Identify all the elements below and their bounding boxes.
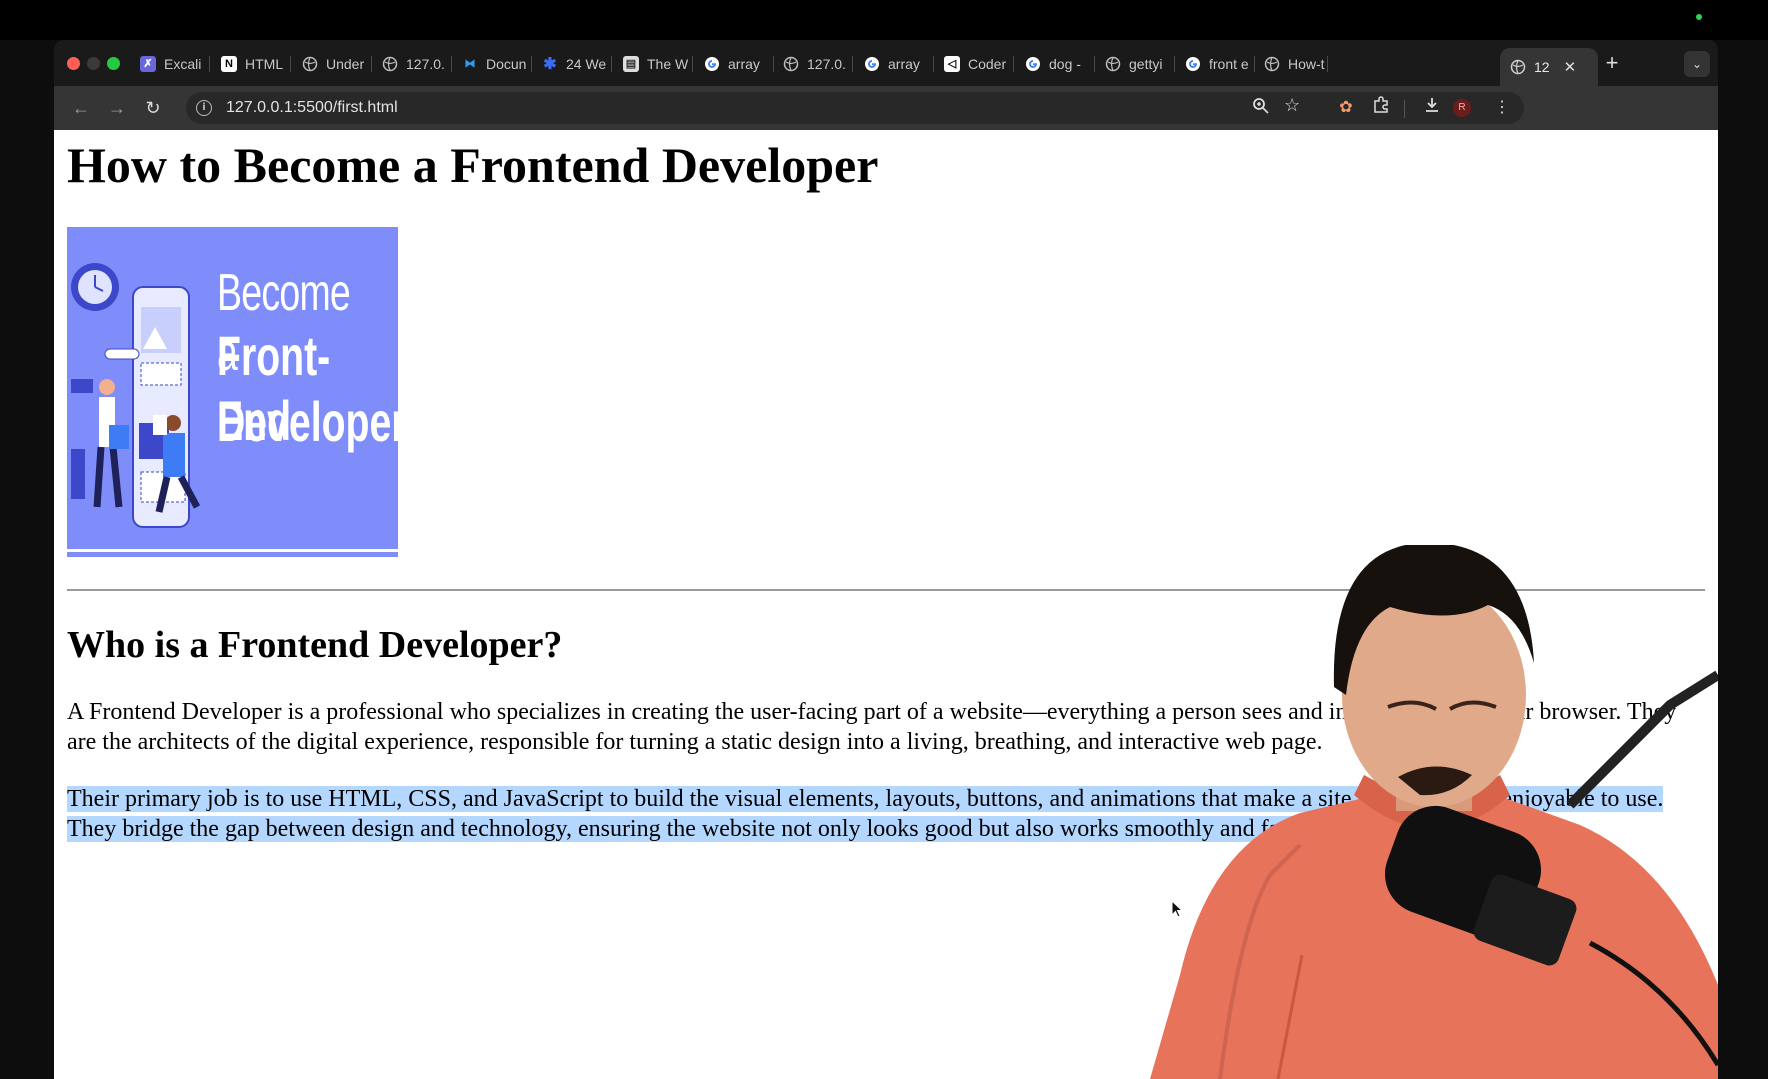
- tab-separator: [611, 56, 612, 72]
- close-window-button[interactable]: [67, 57, 80, 70]
- tab-separator: [1013, 56, 1014, 72]
- presenter-webcam-overlay: [1150, 545, 1718, 1079]
- browser-toolbar: ← → ↻ i 127.0.0.1:5500/first.html ☆ ✿ R …: [54, 86, 1718, 130]
- zoom-icon[interactable]: [1252, 97, 1270, 120]
- reload-button[interactable]: ↻: [141, 96, 165, 120]
- page-icon: ▤: [623, 55, 639, 72]
- tab-item[interactable]: 127.0.: [372, 48, 452, 79]
- globe-icon: [382, 56, 398, 72]
- toolbar-divider: [1404, 100, 1405, 118]
- tab-active[interactable]: 12 ✕: [1500, 48, 1598, 86]
- tab-label: gettyi: [1129, 55, 1163, 72]
- tab-label: dog -: [1049, 55, 1081, 72]
- globe-icon: [1105, 56, 1121, 72]
- tab-label: How-t: [1288, 55, 1325, 72]
- tab-item[interactable]: ✱ 24 We: [532, 48, 612, 79]
- globe-icon: [1510, 59, 1526, 75]
- url-text[interactable]: 127.0.0.1:5500/first.html: [226, 99, 398, 117]
- hero-image: Become a Front-End Developer: [67, 227, 398, 557]
- tab-item[interactable]: ▤ The W: [613, 48, 693, 79]
- tab-active-label: 12: [1534, 59, 1550, 75]
- bookmark-star-icon[interactable]: ☆: [1284, 95, 1300, 116]
- download-icon[interactable]: [1420, 96, 1444, 120]
- tab-label: 24 We: [566, 55, 607, 72]
- tab-label: 127.0.: [807, 55, 846, 72]
- tab-item[interactable]: 127.0.: [773, 48, 853, 79]
- codex-icon: ◁: [944, 55, 960, 72]
- tab-item[interactable]: ⧓ Docun: [452, 48, 532, 79]
- tab-label: Under: [326, 55, 365, 72]
- site-info-icon[interactable]: i: [196, 100, 212, 116]
- maximize-window-button[interactable]: [107, 57, 120, 70]
- tab-item[interactable]: How-t: [1254, 48, 1328, 79]
- minimize-window-button[interactable]: [87, 57, 100, 70]
- tab-label: The W: [647, 55, 689, 72]
- tab-item[interactable]: dog -: [1015, 48, 1095, 79]
- tab-item[interactable]: N HTML: [211, 48, 291, 79]
- camera-indicator-dot: [1696, 14, 1702, 20]
- tab-separator: [1327, 56, 1328, 72]
- extensions-puzzle-icon[interactable]: [1369, 96, 1393, 120]
- page-title: How to Become a Frontend Developer: [67, 137, 879, 193]
- tab-separator: [692, 56, 693, 72]
- tab-label: front e: [1209, 55, 1249, 72]
- tab-label: array: [728, 55, 760, 72]
- tab-label: Excali: [164, 55, 202, 72]
- notion-icon: N: [221, 55, 237, 72]
- google-icon: [864, 56, 880, 72]
- section-heading: Who is a Frontend Developer?: [67, 624, 563, 666]
- new-tab-button[interactable]: +: [1598, 49, 1626, 77]
- tab-separator: [852, 56, 853, 72]
- menu-kebab-icon[interactable]: ⋮: [1490, 96, 1514, 120]
- tab-label: 127.0.: [406, 55, 445, 72]
- globe-icon: [1264, 56, 1280, 72]
- tab-label: HTML: [245, 55, 284, 72]
- profile-avatar[interactable]: R: [1453, 99, 1471, 117]
- google-icon: [1025, 56, 1041, 72]
- tab-label: array: [888, 55, 920, 72]
- asterisk-icon: ✱: [543, 55, 557, 73]
- excalidraw-icon: ✗: [140, 55, 156, 72]
- tab-item[interactable]: ◁ Coder: [934, 48, 1014, 79]
- hero-line-3: Developer: [217, 390, 398, 453]
- tab-strip: ✗ Excali N HTML Under 127.0. ⧓ Docun ✱ 24 We ▤ The …: [54, 40, 1718, 86]
- tab-separator: [209, 56, 210, 72]
- screen-top-band: [0, 0, 1768, 40]
- tab-label: Docun: [486, 55, 527, 72]
- tab-item[interactable]: array: [854, 48, 934, 79]
- cookie-extension-icon[interactable]: ✿: [1334, 96, 1358, 120]
- google-icon: [704, 56, 720, 72]
- globe-icon: [783, 56, 799, 72]
- tab-search-button[interactable]: ⌄: [1684, 51, 1710, 77]
- back-button[interactable]: ←: [69, 96, 93, 120]
- forward-button[interactable]: →: [105, 96, 129, 120]
- tab-label: Coder: [968, 55, 1007, 72]
- address-bar[interactable]: i 127.0.0.1:5500/first.html ☆: [186, 92, 1524, 124]
- vscode-icon: ⧓: [464, 58, 476, 70]
- tab-separator: [290, 56, 291, 72]
- tab-item[interactable]: Under: [292, 48, 372, 79]
- globe-icon: [302, 56, 318, 72]
- tab-item[interactable]: front e: [1175, 48, 1255, 79]
- tab-item[interactable]: array: [694, 48, 774, 79]
- google-icon: [1185, 56, 1201, 72]
- close-tab-icon[interactable]: ✕: [1564, 58, 1577, 76]
- tab-item[interactable]: gettyi: [1095, 48, 1175, 79]
- tab-item[interactable]: ✗ Excali: [130, 48, 210, 79]
